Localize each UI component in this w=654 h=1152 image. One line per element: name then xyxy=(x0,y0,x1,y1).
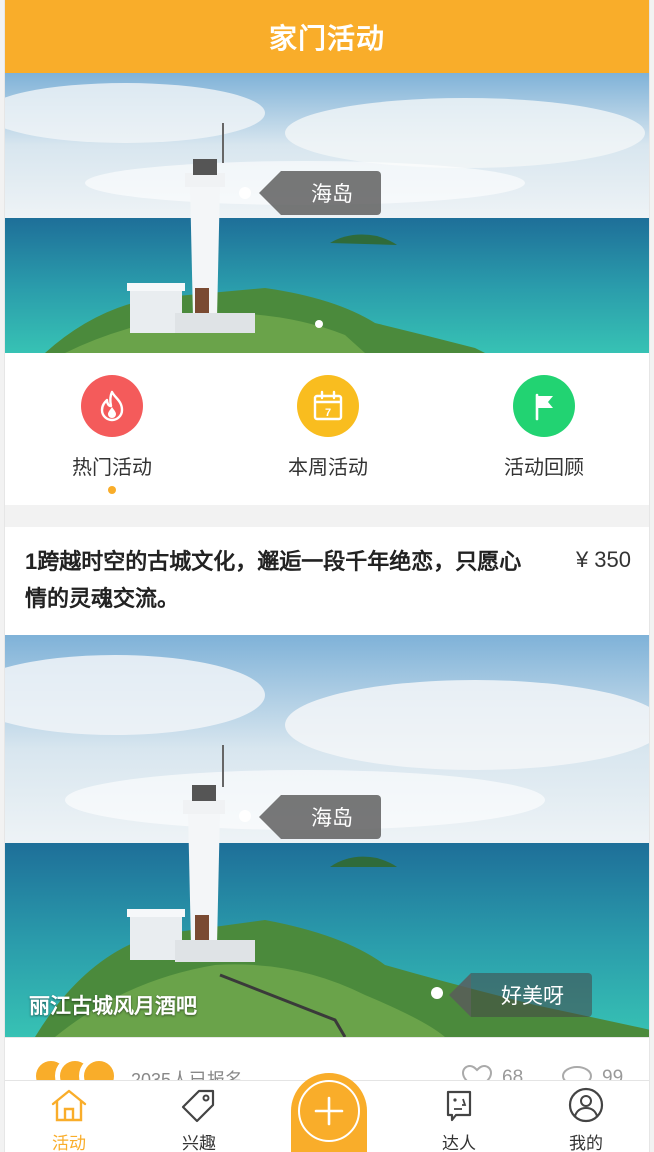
comment-tag-label: 好美呀 xyxy=(501,985,564,1008)
page-header: 家门活动 xyxy=(5,0,649,73)
tab-mine[interactable]: 我的 xyxy=(541,1087,631,1152)
comment-pin-dot xyxy=(431,987,443,999)
activity-price: ¥ 350 xyxy=(575,547,631,572)
active-indicator xyxy=(108,486,116,494)
tab-expert[interactable]: 达人 xyxy=(414,1087,504,1152)
section-divider xyxy=(5,505,649,527)
tab-label: 活动 xyxy=(52,1134,86,1152)
bottom-tab-bar: 活动 兴趣 达人 我的 xyxy=(5,1073,649,1152)
tab-label: 我的 xyxy=(569,1134,603,1152)
image-tag-label: 海岛 xyxy=(311,183,353,206)
plus-icon xyxy=(298,1080,360,1142)
activity-title[interactable]: 1跨越时空的古城文化，邂逅一段千年绝恋，只愿心情的灵魂交流。 xyxy=(25,543,525,617)
activity-caption: 丽江古城风月酒吧 xyxy=(29,995,197,1018)
tag-pin-dot xyxy=(239,187,251,199)
quick-nav-label: 活动回顾 xyxy=(504,457,584,479)
calendar-icon: 7 xyxy=(297,375,359,437)
page-title: 家门活动 xyxy=(268,22,385,54)
tab-activity[interactable]: 活动 xyxy=(24,1087,114,1152)
carousel-indicator[interactable] xyxy=(315,320,323,328)
quick-nav-week[interactable]: 7 本周活动 xyxy=(248,375,408,480)
tab-label: 达人 xyxy=(442,1134,476,1152)
image-tag[interactable]: 海岛 xyxy=(259,795,381,839)
person-face-icon xyxy=(446,1090,472,1122)
calendar-day: 7 xyxy=(325,407,331,419)
tab-label: 兴趣 xyxy=(182,1134,216,1152)
user-circle-icon xyxy=(568,1087,604,1123)
banner-carousel[interactable]: 海岛 xyxy=(5,73,649,353)
quick-nav-hot[interactable]: 热门活动 xyxy=(32,375,192,480)
comment-tag[interactable]: 好美呀 xyxy=(449,973,592,1017)
image-tag-label: 海岛 xyxy=(311,807,353,830)
activity-image[interactable]: 海岛 好美呀 xyxy=(5,635,649,1037)
quick-nav: 热门活动 7 本周活动 活动回顾 xyxy=(5,353,649,505)
quick-nav-label: 本周活动 xyxy=(288,457,368,479)
quick-nav-review[interactable]: 活动回顾 xyxy=(464,375,624,480)
app-frame: 家门活动 海岛 热门活动 7 本周活动 活动回顾 1跨越时空的古城文化，邂逅一段… xyxy=(4,0,650,1152)
create-button[interactable] xyxy=(291,1073,367,1152)
tag-pin-dot xyxy=(239,810,251,822)
tag-icon xyxy=(181,1089,215,1123)
flame-icon xyxy=(81,375,143,437)
flag-icon xyxy=(513,375,575,437)
tab-interest[interactable]: 兴趣 xyxy=(154,1087,244,1152)
image-tag[interactable]: 海岛 xyxy=(259,171,381,215)
home-icon xyxy=(51,1089,87,1122)
quick-nav-label: 热门活动 xyxy=(72,457,152,479)
